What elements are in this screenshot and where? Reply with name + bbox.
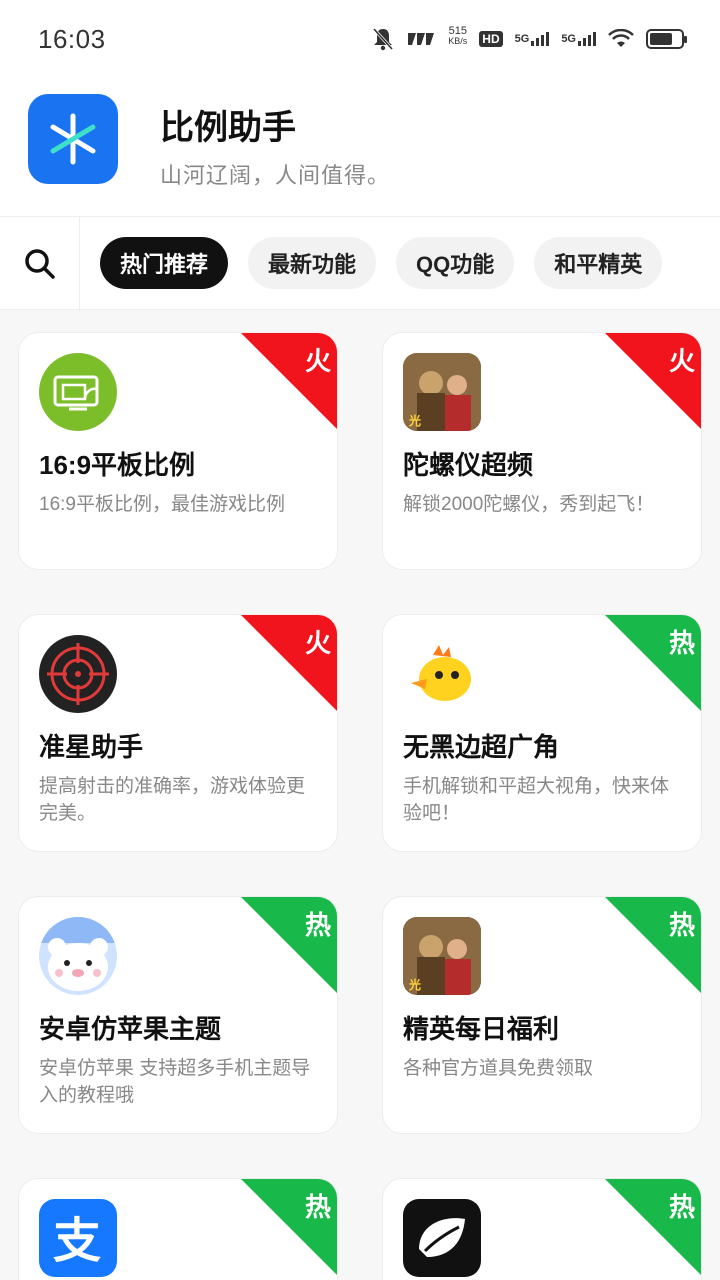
white-bear-icon [39,917,117,995]
feature-card[interactable]: 热 无黑边超广角 手机解锁和平超大视角，快来体验吧！ [382,614,702,852]
game-characters-icon: 光 [403,353,481,431]
tab-hot-recommend[interactable]: 热门推荐 [100,237,229,289]
feature-card[interactable]: 热 [382,1178,702,1280]
hot-badge: 热 [605,1179,701,1275]
status-bar: 16:03 515 KB/s HD 5G 5G [0,0,720,78]
feature-card[interactable]: 热 安卓仿苹果主题 安卓仿苹果 支持超多手机主题导入的教程哦 [18,896,338,1134]
category-tab-bar: 热门推荐 最新功能 QQ功能 和平精英 [0,216,720,311]
card-desc: 解锁2000陀螺仪，秀到起飞！ [403,494,655,515]
card-title: 精英每日福利 [403,1014,560,1044]
signal-5g-1-icon: 5G [515,26,550,52]
card-desc: 各种官方道具免费领取 [403,1058,594,1079]
card-title: 准星助手 [39,732,144,762]
app-logo [28,94,118,184]
svg-text:光: 光 [408,413,421,428]
app-name: 比例助手 [160,109,296,147]
tab-peace-elite[interactable]: 和平精英 [534,237,663,289]
green-tablet-icon [39,353,117,431]
crosshair-icon [39,635,117,713]
hot-badge: 热 [605,897,701,993]
net-speed-unit: KB/s [448,36,468,46]
card-title: 无黑边超广角 [403,732,560,762]
app-slogan: 山河辽阔，人间值得。 [160,163,391,188]
battery-icon [646,26,687,52]
hot-badge: 热 [241,897,337,993]
search-button[interactable] [0,217,80,311]
wifi-icon [608,26,634,52]
hd-icon: HD [479,26,503,52]
search-icon [24,249,55,279]
svg-text:光: 光 [408,977,421,992]
app-header: 比例助手 山河辽阔，人间值得。 [0,78,720,216]
feature-card[interactable]: 光 火 陀螺仪超频 解锁2000陀螺仪，秀到起飞！ [382,332,702,570]
net-speed: 515 KB/s [448,26,467,52]
svg-text:支: 支 [53,1213,101,1269]
feature-card[interactable]: 火 准星助手 提高射击的准确率，游戏体验更完美。 [18,614,338,852]
black-leaf-icon [403,1199,481,1277]
status-icons: 515 KB/s HD 5G 5G [372,26,687,52]
hot-badge: 热 [605,615,701,711]
card-desc: 手机解锁和平超大视角，快来体验吧！ [403,776,670,824]
alipay-icon: 支 [39,1199,117,1277]
vibrate-icon [406,26,436,52]
feature-card[interactable]: 光 热 精英每日福利 各种官方道具免费领取 [382,896,702,1134]
game-characters-icon: 光 [403,917,481,995]
hot-badge: 热 [241,1179,337,1275]
feature-card[interactable]: 火 16:9平板比例 16:9平板比例，最佳游戏比例 [18,332,338,570]
fire-badge: 火 [241,333,337,429]
feature-card[interactable]: 支 热 [18,1178,338,1280]
fire-badge: 火 [241,615,337,711]
card-title: 16:9平板比例 [39,450,196,480]
card-title: 陀螺仪超频 [403,450,534,480]
signal-5g-2-icon: 5G [561,26,596,52]
card-title: 安卓仿苹果主题 [39,1014,222,1044]
tab-new-features[interactable]: 最新功能 [248,237,377,289]
card-desc: 安卓仿苹果 支持超多手机主题导入的教程哦 [39,1058,311,1106]
mute-bell-icon [372,26,394,52]
tab-qq-features[interactable]: QQ功能 [396,237,515,289]
fire-badge: 火 [605,333,701,429]
tabs: 热门推荐 最新功能 QQ功能 和平精英 [100,237,663,289]
card-desc: 提高射击的准确率，游戏体验更完美。 [39,776,306,824]
status-time: 16:03 [38,24,106,54]
net-speed-value: 515 [448,25,467,37]
card-desc: 16:9平板比例，最佳游戏比例 [39,494,285,515]
yellow-chick-icon [403,635,481,713]
